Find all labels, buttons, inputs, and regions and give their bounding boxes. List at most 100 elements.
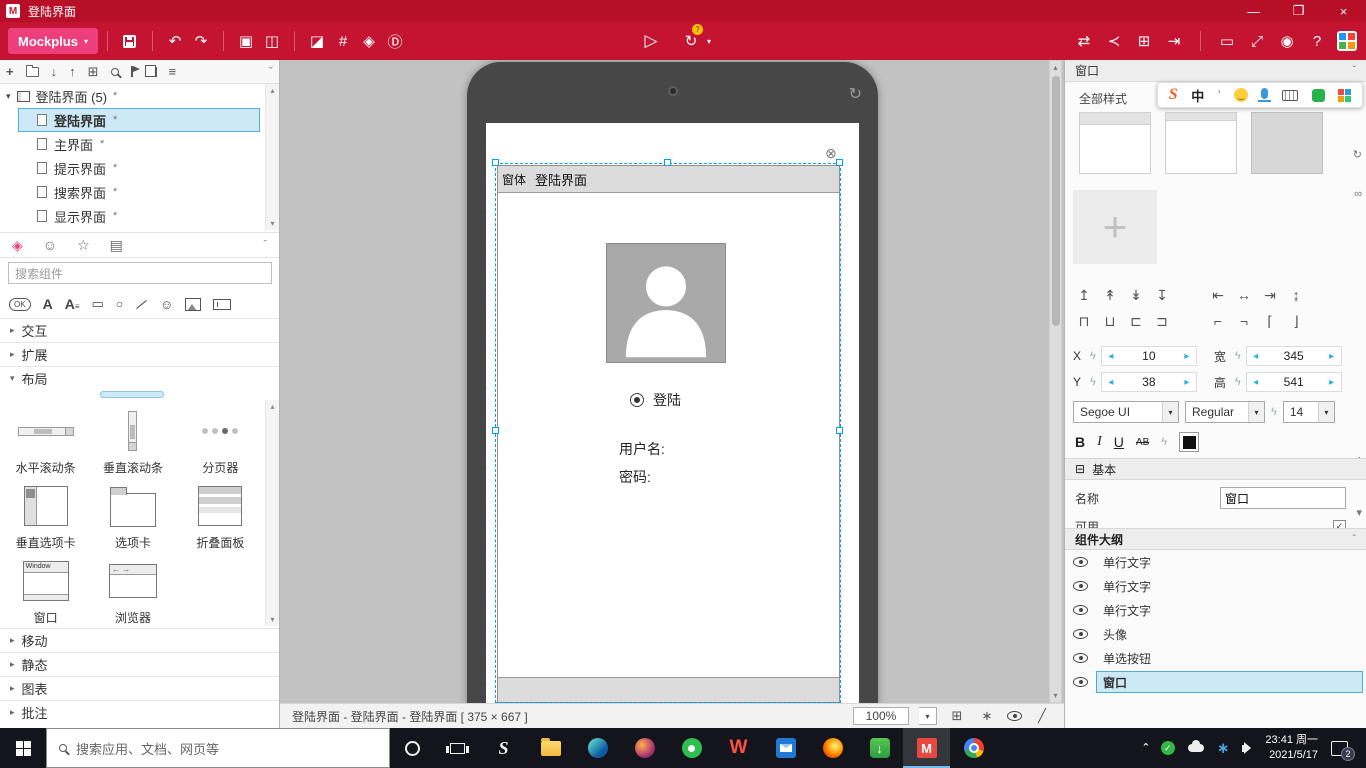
sogou-logo[interactable]: S bbox=[1169, 86, 1178, 104]
decrease-icon[interactable]: ◂ bbox=[1247, 351, 1265, 362]
resize-handle-top-center[interactable] bbox=[664, 159, 671, 166]
taskbar-app-mail[interactable] bbox=[762, 728, 809, 768]
y-stepper[interactable]: ◂ 38 ▸ bbox=[1100, 372, 1197, 392]
taskbar-app-wps[interactable]: W bbox=[715, 728, 762, 768]
mockplus-menu-button[interactable]: Mockplus ▾ bbox=[8, 28, 98, 54]
font-weight-select[interactable]: Regular ▾ bbox=[1185, 401, 1265, 423]
font-family-select[interactable]: Segoe UI ▾ bbox=[1073, 401, 1179, 423]
annotation-pen-icon[interactable]: ╱ bbox=[1032, 708, 1052, 724]
auto-data-icon[interactable]: Ⓓ bbox=[382, 28, 408, 54]
artboard-icon[interactable]: ▣ bbox=[233, 28, 259, 54]
taskbar-app-browser2[interactable] bbox=[621, 728, 668, 768]
taskbar-app-mockplus[interactable]: M bbox=[903, 728, 950, 768]
bind-interaction-icon[interactable]: ϟ bbox=[1161, 436, 1167, 448]
resize-handle-top-left[interactable] bbox=[492, 159, 499, 166]
decrease-icon[interactable]: ◂ bbox=[1102, 377, 1120, 388]
components-scrollbar[interactable]: ▴ ▾ bbox=[265, 400, 279, 626]
save-icon[interactable] bbox=[117, 28, 143, 54]
bind-interaction-icon[interactable]: ϟ bbox=[1235, 350, 1241, 362]
component-item[interactable]: 垂直滚动条 bbox=[89, 406, 176, 481]
password-text-component[interactable]: 密码: bbox=[619, 467, 651, 487]
component-item[interactable]: ← → 浏览器 bbox=[89, 556, 176, 631]
font-size-select[interactable]: 14 ▾ bbox=[1282, 401, 1335, 423]
help-icon[interactable]: ? bbox=[1304, 28, 1330, 54]
increase-icon[interactable]: ▸ bbox=[1178, 377, 1196, 388]
tab-library-icon[interactable]: ▤ bbox=[110, 237, 123, 254]
icon-component-icon[interactable]: ☺ bbox=[160, 297, 173, 312]
component-item[interactable]: 水平滚动条 bbox=[2, 406, 89, 481]
visibility-eye-icon[interactable] bbox=[1073, 629, 1088, 639]
taskbar-clock[interactable]: 23:41 周一 2021/5/17 bbox=[1265, 733, 1318, 763]
taskbar-app-edge[interactable] bbox=[574, 728, 621, 768]
group-components-icon[interactable]: ⊐ bbox=[1151, 313, 1173, 330]
tab-favorites-icon[interactable]: ☆ bbox=[77, 237, 90, 254]
tree-page-item[interactable]: 登陆界面 * bbox=[18, 108, 260, 132]
preview-eye-icon[interactable] bbox=[1007, 711, 1022, 721]
cloud-sync-icon[interactable] bbox=[1187, 740, 1204, 752]
ime-mic-icon[interactable] bbox=[1258, 88, 1272, 102]
section-layout[interactable]: ▾ 布局 bbox=[0, 366, 279, 390]
tree-page-item[interactable]: 搜索界面 * bbox=[18, 180, 260, 204]
minimize-button[interactable]: — bbox=[1231, 0, 1276, 22]
bind-interaction-icon[interactable]: ϟ bbox=[1090, 376, 1096, 388]
collapse-section-icon[interactable]: ⊟ bbox=[1075, 462, 1085, 476]
outline-row[interactable]: 头像 bbox=[1065, 622, 1366, 646]
scroll-up-icon[interactable]: ▴ bbox=[270, 402, 274, 411]
line-component-icon[interactable] bbox=[135, 298, 148, 311]
align-middle-icon[interactable]: ↟ bbox=[1099, 287, 1121, 304]
increase-icon[interactable]: ▸ bbox=[1323, 377, 1341, 388]
device-frame-icon[interactable]: ▭ bbox=[1214, 28, 1240, 54]
strikethrough-button[interactable]: AB bbox=[1136, 437, 1149, 448]
rotate-device-icon[interactable]: ↻ bbox=[849, 84, 862, 104]
window-component[interactable]: 窗体 登陆界面 登陆 用户名: 密码: bbox=[497, 165, 840, 703]
basic-section-header[interactable]: ⊟ 基本 bbox=[1065, 458, 1366, 480]
height-stepper[interactable]: ◂ 541 ▸ bbox=[1245, 372, 1342, 392]
app-center-icon[interactable] bbox=[1334, 28, 1360, 54]
taskbar-app-idm[interactable]: ↓ bbox=[856, 728, 903, 768]
width-stepper[interactable]: ◂ 345 ▸ bbox=[1245, 346, 1342, 366]
grid-guides-icon[interactable]: # bbox=[330, 28, 356, 54]
canvas-vertical-scrollbar[interactable]: ▴ ▾ bbox=[1049, 60, 1062, 703]
scroll-down-icon[interactable]: ▾ bbox=[270, 615, 274, 624]
component-item[interactable]: 垂直选项卡 bbox=[2, 481, 89, 556]
ellipse-component-icon[interactable]: ○ bbox=[116, 297, 123, 311]
italic-button[interactable]: I bbox=[1097, 434, 1102, 450]
sync-button[interactable]: ↻ ? ▾ bbox=[678, 24, 711, 54]
sogou-ime-bar[interactable]: S 中 ’ bbox=[1157, 82, 1363, 108]
tray-app-icon[interactable]: ∗ bbox=[1217, 739, 1230, 757]
panel-layout-icon[interactable]: ⇄ bbox=[1071, 28, 1097, 54]
outline-row[interactable]: 单行文字 bbox=[1065, 574, 1366, 598]
align-right-icon[interactable]: ⇥ bbox=[1259, 287, 1281, 304]
task-view-button[interactable] bbox=[435, 728, 480, 768]
tree-root-item[interactable]: ▾ 登陆界面 (5) * bbox=[0, 84, 262, 108]
outline-list-icon[interactable]: ≡ bbox=[169, 64, 177, 79]
component-search-input[interactable]: 搜索组件 bbox=[8, 262, 272, 284]
component-item[interactable]: 分页器 bbox=[177, 406, 264, 481]
section-annotation[interactable]: ▸ 批注 bbox=[0, 700, 279, 724]
visibility-eye-icon[interactable] bbox=[1073, 653, 1088, 663]
style-thumbnail-2[interactable] bbox=[1165, 112, 1237, 174]
radio-selected-icon[interactable] bbox=[630, 393, 644, 407]
collapse-outline-icon[interactable]: ˆ bbox=[1353, 534, 1356, 545]
add-folder-icon[interactable] bbox=[25, 64, 39, 77]
name-input[interactable] bbox=[1220, 487, 1346, 509]
lock-icon[interactable]: ⌈ bbox=[1259, 313, 1281, 330]
visibility-eye-icon[interactable] bbox=[1073, 605, 1088, 615]
outline-row[interactable]: 单行文字 bbox=[1065, 550, 1366, 574]
collapse-tree-icon[interactable]: ˇ bbox=[269, 64, 273, 79]
resize-handle-middle-left[interactable] bbox=[492, 427, 499, 434]
same-size-icon[interactable]: ⊏ bbox=[1125, 313, 1147, 330]
preview-play-icon[interactable]: ▷ bbox=[638, 28, 664, 54]
collapse-panel-icon[interactable]: ˆ bbox=[263, 239, 267, 251]
properties-scroll-down-icon[interactable]: ▾ bbox=[1356, 506, 1362, 519]
decrease-icon[interactable]: ◂ bbox=[1247, 377, 1265, 388]
section-interaction[interactable]: ▸ 交互 bbox=[0, 318, 279, 342]
fullscreen-icon[interactable]: ⤢ bbox=[1244, 28, 1270, 54]
flag-icon[interactable] bbox=[130, 66, 140, 77]
bind-interaction-icon[interactable]: ϟ bbox=[1271, 406, 1277, 418]
taskbar-app-explorer[interactable] bbox=[527, 728, 574, 768]
style-thumbnail-1[interactable] bbox=[1079, 112, 1151, 174]
tree-page-item[interactable]: 提示界面 * bbox=[18, 156, 260, 180]
ime-lang-indicator[interactable]: 中 bbox=[1191, 86, 1204, 105]
align-left-icon[interactable]: ⇤ bbox=[1207, 287, 1229, 304]
